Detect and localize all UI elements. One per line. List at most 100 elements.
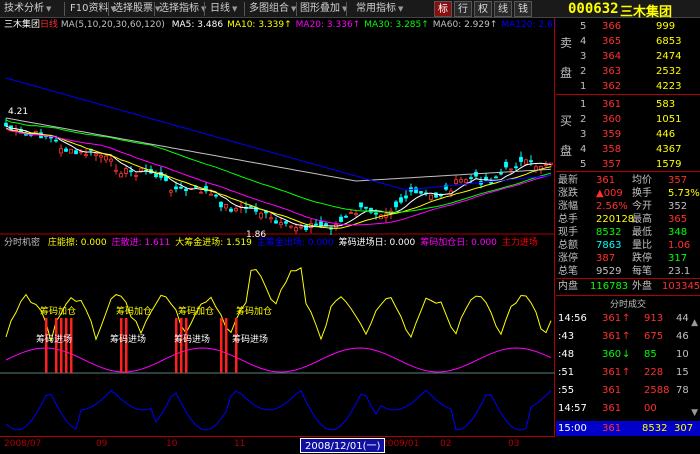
quote-label: 换手 bbox=[632, 188, 652, 199]
candle-body bbox=[519, 156, 523, 162]
candle-body bbox=[179, 186, 183, 189]
outer-label: 外盘 bbox=[632, 281, 652, 292]
legend-ma-params: MA(5,10,20,30,60,120) bbox=[60, 20, 165, 30]
ma20-line bbox=[5, 128, 552, 226]
toolbar-select-indicator[interactable]: 选择指标▼ bbox=[159, 2, 206, 16]
trade-time: 14:57 bbox=[558, 403, 587, 414]
sell-level-row[interactable]: 5 366 999 bbox=[556, 20, 700, 34]
ma-legend-item: MA20: 3.336↑ bbox=[295, 20, 361, 30]
toolbar-technical-analysis[interactable]: 技术分析 ▼ bbox=[4, 2, 51, 16]
sell-volume: 6853 bbox=[656, 36, 682, 47]
trade-volume: 2588 bbox=[644, 385, 670, 396]
trade-row: :43 361 ↑ 675 46 bbox=[556, 330, 700, 343]
buy-level-row[interactable]: 3 359 446 bbox=[556, 128, 700, 142]
candle-body bbox=[514, 166, 518, 169]
trade-row: :55 361 2588 78 bbox=[556, 384, 700, 397]
sell-level-row[interactable]: 3 364 2474 bbox=[556, 50, 700, 64]
candle-body bbox=[274, 220, 278, 224]
tab-mark[interactable]: 标 bbox=[434, 1, 452, 17]
sell-level-row[interactable]: 2 363 2532 bbox=[556, 65, 700, 79]
tab-row[interactable]: 行 bbox=[454, 1, 472, 17]
trade-count: 15 bbox=[676, 367, 689, 378]
signal-bar bbox=[70, 318, 73, 373]
ma5-line bbox=[5, 125, 552, 228]
candle-body bbox=[364, 206, 368, 209]
indicator-blue-line bbox=[5, 389, 552, 431]
candlestick-chart[interactable]: 筹码加仓 筹码加仓 筹码加仓 筹码加仓筹码进场 筹码进场 筹码进场 筹码进场 bbox=[0, 18, 555, 436]
quote-label: 总笔 bbox=[558, 266, 578, 277]
quote-row: 最新 361 均价 357 bbox=[556, 174, 700, 187]
level-number: 3 bbox=[580, 129, 587, 140]
buy-volume: 446 bbox=[656, 129, 676, 140]
level-number: 2 bbox=[580, 66, 587, 77]
high-price-label: 4.21 bbox=[8, 107, 29, 117]
date-tick: 11 bbox=[234, 439, 246, 449]
quote-label: 涨跌 bbox=[558, 188, 578, 199]
toolbar-overlay[interactable]: 图形叠加 ▼ bbox=[300, 2, 347, 16]
chart-area[interactable]: 筹码加仓 筹码加仓 筹码加仓 筹码加仓 筹码进场 筹码进场 筹码进场 筹码进场 三木集团日线 … bbox=[0, 18, 572, 454]
tab-rights[interactable]: 权 bbox=[474, 1, 492, 17]
candle-body bbox=[339, 216, 343, 222]
toolbar-separator bbox=[296, 2, 297, 16]
level-number: 5 bbox=[580, 159, 587, 170]
candle-body bbox=[499, 172, 503, 175]
quote-value: 352 bbox=[668, 201, 688, 212]
toolbar-common-indicator[interactable]: 常用指标 ▼ bbox=[356, 2, 403, 16]
buy-level-row[interactable]: 5 357 1579 bbox=[556, 158, 700, 172]
trade-count: 10 bbox=[676, 349, 689, 360]
signal-enter-label: 筹码进场 bbox=[174, 333, 210, 345]
quote-label: 最低 bbox=[632, 227, 652, 238]
candle-body bbox=[199, 191, 203, 194]
candle-body bbox=[184, 188, 188, 192]
quote-label: 最高 bbox=[632, 214, 652, 225]
buy-level-row[interactable]: 2 360 1051 bbox=[556, 113, 700, 127]
quote-row: 现手 8532 最低 348 bbox=[556, 226, 700, 239]
quote-value: 2.56% bbox=[596, 201, 628, 212]
ma-legend: MA5: 3.486 MA10: 3.339↑ MA20: 3.336↑ MA30: … bbox=[168, 20, 572, 30]
date-tick: 03 bbox=[508, 439, 520, 449]
quote-value: 8532 bbox=[596, 227, 622, 238]
candle-body bbox=[109, 158, 113, 162]
sell-level-row[interactable]: 4 365 6853 bbox=[556, 35, 700, 49]
candle-body bbox=[394, 201, 398, 208]
signal-add-label: 筹码加仓 bbox=[236, 305, 272, 317]
tab-money[interactable]: 钱 bbox=[514, 1, 532, 17]
toolbar-multi-chart[interactable]: 多图组合 ▼ bbox=[249, 2, 296, 16]
candle-body bbox=[74, 150, 78, 155]
last-trade-price: 361 bbox=[602, 423, 622, 434]
trade-volume: 228 bbox=[644, 367, 664, 378]
trade-row: 14:57 361 00 bbox=[556, 402, 700, 415]
buy-level-row[interactable]: 4 358 4367 bbox=[556, 143, 700, 157]
signal-bar bbox=[175, 318, 178, 373]
trades-title: 分时成交 bbox=[609, 300, 646, 310]
candle-body bbox=[359, 202, 363, 208]
signal-bar bbox=[225, 318, 228, 373]
toolbar-period[interactable]: 日线 ▼ bbox=[210, 2, 237, 16]
date-tick: 2008/07 bbox=[4, 439, 42, 449]
trade-row: 14:56 361 ↑ 913 44 bbox=[556, 312, 700, 325]
candle-body bbox=[69, 148, 73, 154]
buy-price: 357 bbox=[602, 159, 622, 170]
buy-level-row[interactable]: 1 361 583 bbox=[556, 98, 700, 112]
sell-volume: 999 bbox=[656, 21, 676, 32]
quote-value: 357 bbox=[668, 175, 688, 186]
sell-volume: 2532 bbox=[656, 66, 682, 77]
quote-panel: 卖 盘 5 366 999 4 365 6853 3 364 2474 2 363 2532 1 362 4… bbox=[556, 18, 700, 454]
divider bbox=[556, 295, 700, 296]
signal-enter-label: 筹码进场 bbox=[232, 333, 268, 345]
quote-row: 总笔 9529 每笔 23.1 bbox=[556, 265, 700, 278]
ma-legend-item: MA30: 3.285↑ bbox=[364, 20, 429, 30]
quote-label: 今开 bbox=[632, 201, 652, 212]
sub-legend-item: 筹码进场日: 0.000 bbox=[338, 238, 416, 248]
quote-label: 量比 bbox=[632, 240, 652, 251]
trade-time: 14:56 bbox=[558, 313, 587, 324]
sub-legend: 分时机密 庄能擦: 0.000 庄散进: 1.611 大筹金进场: 1.519 主筹金… bbox=[4, 237, 538, 249]
trade-count: 44 bbox=[676, 313, 689, 324]
sub-legend-item: 主筹金出场: 0.000 bbox=[256, 238, 334, 248]
quote-row: 涨跌 ▲009 换手 5.73% bbox=[556, 187, 700, 200]
sell-level-row[interactable]: 1 362 4223 bbox=[556, 80, 700, 94]
sub-legend-item: 主力进场 bbox=[501, 238, 538, 248]
tab-line[interactable]: 线 bbox=[494, 1, 512, 17]
signal-bar bbox=[65, 318, 68, 373]
signal-bar bbox=[220, 318, 223, 373]
